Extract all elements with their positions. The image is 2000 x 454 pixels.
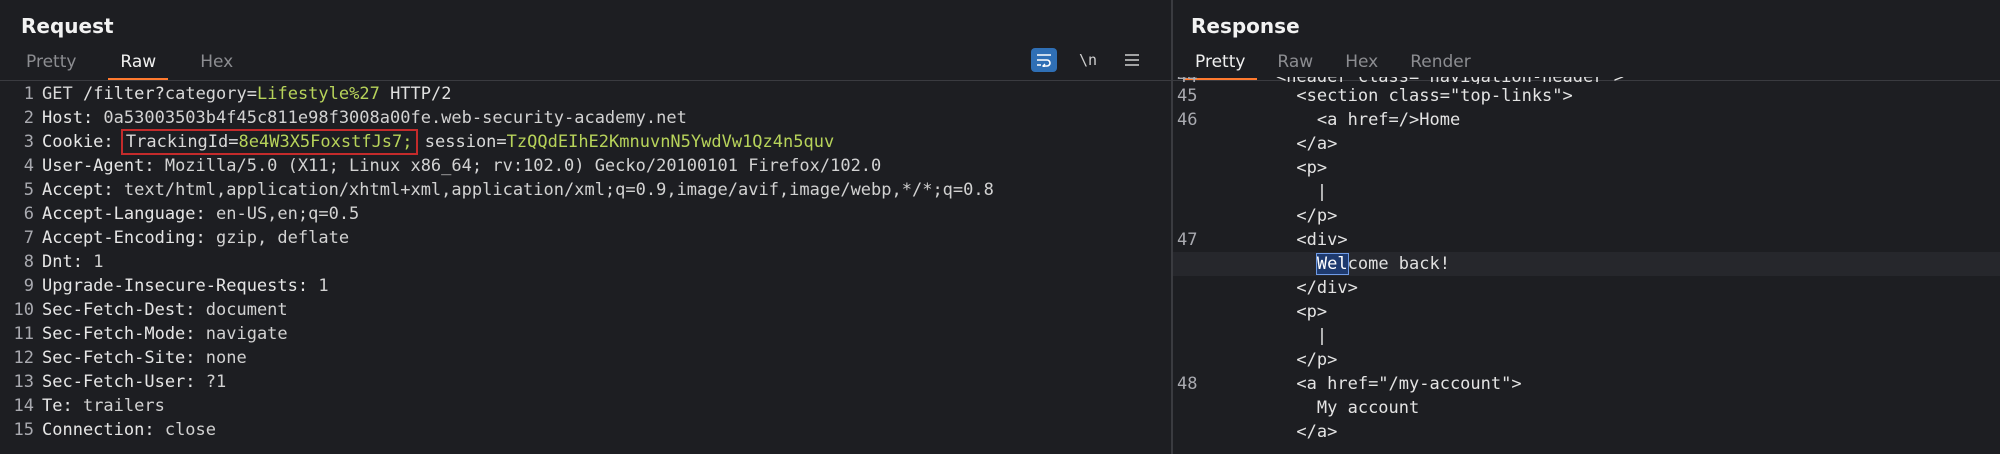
query-param-value: Lifestyle%27 — [257, 84, 380, 104]
response-line: </a> — [1296, 134, 1338, 154]
request-tab-pretty[interactable]: Pretty — [14, 50, 88, 81]
response-line: <p> — [1296, 302, 1328, 322]
response-line: </div> — [1296, 278, 1358, 298]
wrap-lines-icon[interactable] — [1031, 48, 1057, 72]
line-number: 1 — [23, 84, 34, 104]
response-line: 45 <section class="top-links"> — [1177, 86, 1573, 106]
cookie-name-tracking-id: TrackingId — [125, 132, 229, 152]
response-line-44: 44 <header class="navigation-header"> — [1177, 70, 1624, 84]
hamburger-menu-icon[interactable] — [1119, 48, 1145, 72]
response-line: | — [1316, 182, 1328, 202]
request-tab-rule — [0, 80, 1171, 81]
response-line: <p> — [1296, 158, 1328, 178]
query-param-name: category — [164, 84, 247, 104]
response-line: 47 <div> — [1177, 230, 1348, 250]
response-line: My account — [1316, 398, 1420, 418]
response-line: </p> — [1296, 350, 1338, 370]
request-path: /filter? — [82, 84, 165, 104]
request-title: Request — [21, 14, 114, 38]
request-line-12: 12 Sec-Fetch-Site: none — [13, 348, 247, 368]
newline-toggle-button[interactable]: \n — [1075, 48, 1101, 72]
response-editor[interactable]: 44 <header class="navigation-header"> 45… — [1173, 70, 2000, 454]
request-line-10: 10 Sec-Fetch-Dest: document — [13, 300, 288, 320]
request-tab-hex[interactable]: Hex — [188, 50, 245, 81]
header-value: 0a53003503b4f45c811e98f3008a00fe.web-sec… — [93, 108, 687, 128]
request-line-5: 5 Accept: text/html,application/xhtml+xm… — [23, 180, 994, 200]
request-tabs: Pretty Raw Hex — [14, 50, 265, 81]
http-protocol: HTTP/2 — [379, 84, 452, 104]
response-line: </p> — [1296, 206, 1338, 226]
request-line-13: 13 Sec-Fetch-User: ?1 — [13, 372, 227, 392]
header-name: Host: — [42, 108, 94, 128]
cookie-value-tracking-id: 8e4W3X5FoxstfJs7; — [238, 132, 413, 152]
search-match-selection: Wel — [1315, 253, 1349, 275]
request-line-11: 11 Sec-Fetch-Mode: navigate — [13, 324, 288, 344]
header-name: Cookie: — [42, 132, 114, 152]
request-editor[interactable]: 1 GET /filter?category=Lifestyle%27 HTTP… — [0, 82, 1171, 454]
tracking-id-highlight: TrackingId=8e4W3X5FoxstfJs7; — [120, 129, 418, 155]
request-toolbar: \n — [1031, 48, 1145, 72]
cookie-value-session: TzQQdEIhE2KmnuvnN5YwdVw1Qz4n5quv — [506, 132, 835, 152]
response-line: 48 <a href="/my-account"> — [1177, 374, 1522, 394]
response-title: Response — [1191, 14, 1300, 38]
request-tab-raw[interactable]: Raw — [108, 50, 169, 81]
response-line: 46 <a href=/>Home — [1177, 110, 1461, 130]
request-line-14: 14 Te: trailers — [13, 396, 165, 416]
response-pane: Response Pretty Raw Hex Render 44 <heade… — [1173, 0, 2000, 454]
http-method: GET — [42, 84, 73, 104]
request-pane: Request Pretty Raw Hex \n 1 GET /filter?… — [0, 0, 1171, 454]
cookie-name-session: session — [424, 132, 497, 152]
request-line-3: 3 Cookie: TrackingId=8e4W3X5FoxstfJs7; s… — [23, 129, 835, 155]
request-line-6: 6 Accept-Language: en-US,en;q=0.5 — [23, 204, 360, 224]
request-line-1: 1 GET /filter?category=Lifestyle%27 HTTP… — [0, 82, 1171, 106]
response-line-selected: Welcome back! — [1173, 252, 2000, 276]
request-line-15: 15 Connection: close — [13, 420, 217, 440]
response-line: | — [1316, 326, 1328, 346]
request-line-8: 8 Dnt: 1 — [23, 252, 104, 272]
request-line-2: 2 Host: 0a53003503b4f45c811e98f3008a00fe… — [23, 108, 687, 128]
response-line: </a> — [1296, 422, 1338, 442]
request-line-4: 4 User-Agent: Mozilla/5.0 (X11; Linux x8… — [23, 156, 882, 176]
request-line-7: 7 Accept-Encoding: gzip, deflate — [23, 228, 350, 248]
request-line-9: 9 Upgrade-Insecure-Requests: 1 — [23, 276, 329, 296]
